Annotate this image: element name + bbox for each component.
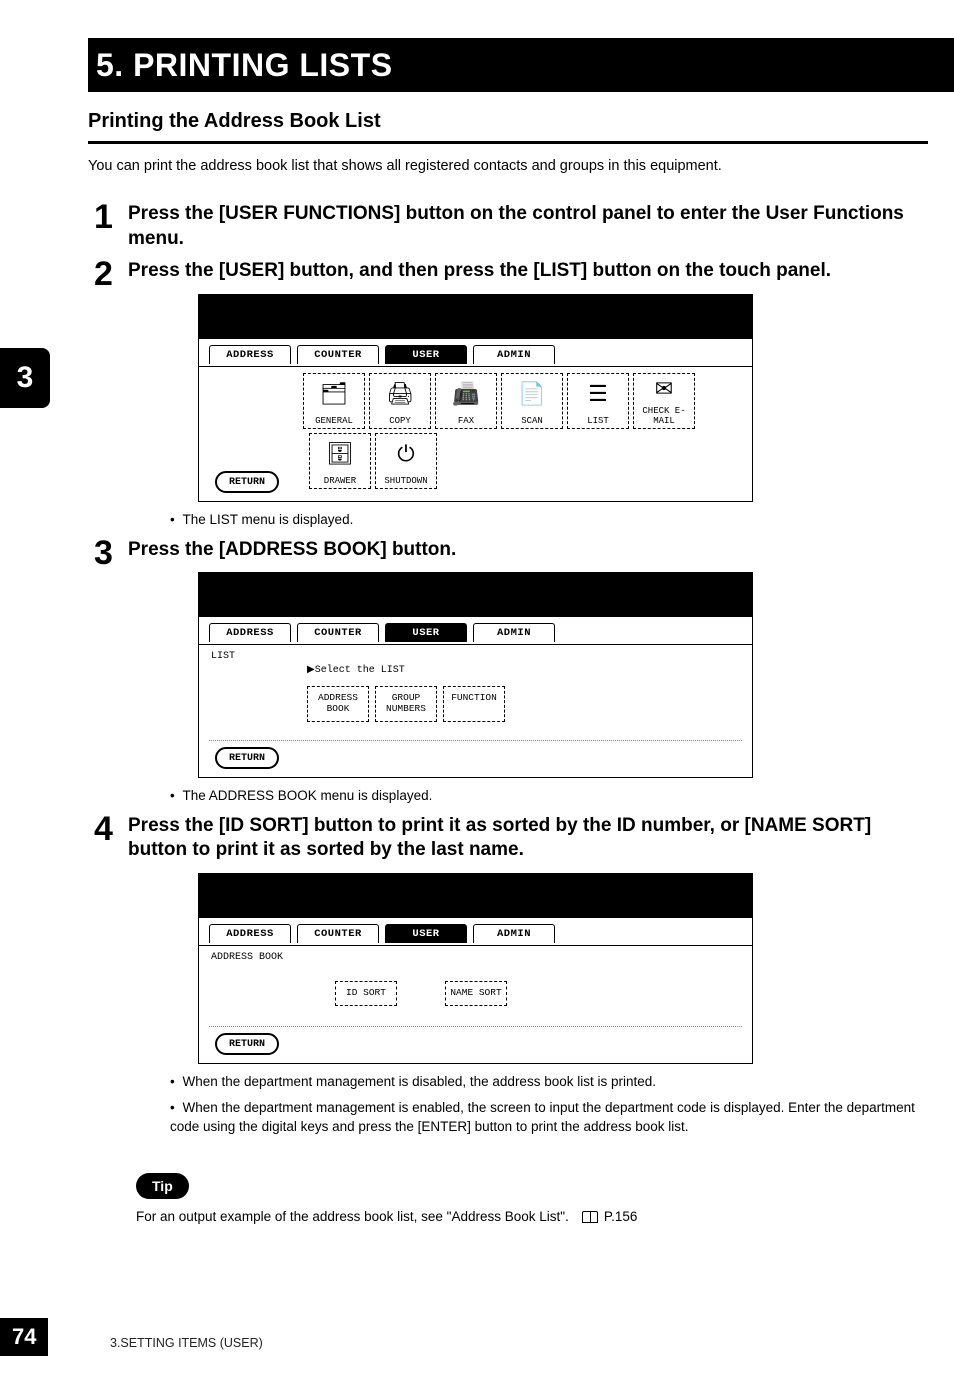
panel-titlebar: [199, 295, 752, 339]
icon-label: GENERAL: [315, 416, 353, 426]
id-sort-button[interactable]: ID SORT: [335, 981, 397, 1006]
step-4: 4 Press the [ID SORT] button to print it…: [94, 814, 928, 1137]
step-number: 1: [94, 200, 128, 234]
scan-icon: 📄: [518, 374, 545, 416]
panel-tabs: ADDRESS COUNTER USER ADMIN: [199, 617, 752, 644]
icon-label: FAX: [458, 416, 474, 426]
panel-breadcrumb: LIST: [211, 651, 742, 662]
tab-counter[interactable]: COUNTER: [297, 623, 379, 642]
return-button[interactable]: RETURN: [215, 471, 279, 493]
shutdown-icon: ⏻: [397, 434, 414, 476]
group-numbers-button[interactable]: GROUP NUMBERS: [375, 686, 437, 722]
step-number: 4: [94, 812, 128, 846]
icon-label: LIST: [587, 416, 609, 426]
step-instruction: Press the [ID SORT] button to print it a…: [128, 814, 928, 863]
panel-tabs: ADDRESS COUNTER USER ADMIN: [199, 918, 752, 945]
step-1: 1 Press the [USER FUNCTIONS] button on t…: [94, 202, 928, 251]
step-instruction: Press the [USER] button, and then press …: [128, 259, 928, 284]
tab-user[interactable]: USER: [385, 924, 467, 943]
step-note: The LIST menu is displayed.: [170, 510, 928, 530]
copy-button[interactable]: 🖨 COPY: [369, 373, 431, 429]
tab-admin[interactable]: ADMIN: [473, 345, 555, 364]
panel-titlebar: [199, 874, 752, 918]
tip-badge: Tip: [136, 1173, 189, 1199]
tab-address[interactable]: ADDRESS: [209, 623, 291, 642]
icon-label: CHECK E-MAIL: [634, 406, 694, 426]
icon-label: SHUTDOWN: [384, 476, 427, 486]
icon-label: COPY: [389, 416, 411, 426]
tab-admin[interactable]: ADMIN: [473, 924, 555, 943]
panel-tabs: ADDRESS COUNTER USER ADMIN: [199, 339, 752, 366]
tab-admin[interactable]: ADMIN: [473, 623, 555, 642]
touchpanel-user-list: ADDRESS COUNTER USER ADMIN 🗂 GENERAL 🖨 C…: [198, 294, 753, 502]
step-3: 3 Press the [ADDRESS BOOK] button. ADDRE…: [94, 538, 928, 806]
copy-icon: 🖨: [386, 374, 414, 416]
fax-button[interactable]: 📠 FAX: [435, 373, 497, 429]
list-button[interactable]: ☰ LIST: [567, 373, 629, 429]
function-button[interactable]: FUNCTION: [443, 686, 505, 722]
list-icon: ☰: [588, 374, 608, 416]
return-button[interactable]: RETURN: [215, 1033, 279, 1055]
panel-titlebar: [199, 573, 752, 617]
tip-text-content: For an output example of the address boo…: [136, 1209, 569, 1224]
return-button[interactable]: RETURN: [215, 747, 279, 769]
divider: [209, 1026, 742, 1027]
general-button[interactable]: 🗂 GENERAL: [303, 373, 365, 429]
step-number: 3: [94, 536, 128, 570]
section-title: Printing the Address Book List: [88, 110, 928, 144]
chapter-heading-bar: 5. PRINTING LISTS: [88, 38, 954, 92]
scan-button[interactable]: 📄 SCAN: [501, 373, 563, 429]
check-email-button[interactable]: ✉ CHECK E-MAIL: [633, 373, 695, 429]
tip-text: For an output example of the address boo…: [136, 1209, 954, 1224]
intro-paragraph: You can print the address book list that…: [88, 158, 928, 174]
tab-user[interactable]: USER: [385, 345, 467, 364]
email-icon: ✉: [655, 374, 673, 406]
shutdown-button[interactable]: ⏻ SHUTDOWN: [375, 433, 437, 489]
tab-address[interactable]: ADDRESS: [209, 924, 291, 943]
name-sort-button[interactable]: NAME SORT: [445, 981, 507, 1006]
step-instruction: Press the [USER FUNCTIONS] button on the…: [128, 202, 928, 251]
drawer-icon: 🗄: [326, 434, 354, 476]
drawer-button[interactable]: 🗄 DRAWER: [309, 433, 371, 489]
step-note: When the department management is enable…: [170, 1098, 928, 1137]
tab-address[interactable]: ADDRESS: [209, 345, 291, 364]
step-note: The ADDRESS BOOK menu is displayed.: [170, 786, 928, 806]
touchpanel-list-menu: ADDRESS COUNTER USER ADMIN LIST ▶Select …: [198, 572, 753, 778]
step-number: 2: [94, 257, 128, 291]
step-instruction: Press the [ADDRESS BOOK] button.: [128, 538, 928, 563]
page-number: 74: [0, 1318, 48, 1356]
icon-label: SCAN: [521, 416, 543, 426]
sidebar-chapter-tab: 3: [0, 348, 50, 408]
tab-user[interactable]: USER: [385, 623, 467, 642]
tip-page-ref: P.156: [604, 1209, 638, 1224]
icon-label: DRAWER: [324, 476, 356, 486]
steps-container: 1 Press the [USER FUNCTIONS] button on t…: [94, 202, 928, 1137]
panel-breadcrumb: ADDRESS BOOK: [211, 952, 742, 963]
book-icon: [582, 1211, 598, 1223]
general-icon: 🗂: [320, 374, 348, 416]
sidebar-chapter-number: 3: [17, 361, 34, 395]
touchpanel-address-book-sort: ADDRESS COUNTER USER ADMIN ADDRESS BOOK …: [198, 873, 753, 1064]
tab-counter[interactable]: COUNTER: [297, 345, 379, 364]
chapter-title: 5. PRINTING LISTS: [96, 47, 393, 84]
step-2: 2 Press the [USER] button, and then pres…: [94, 259, 928, 529]
fax-icon: 📠: [452, 374, 479, 416]
panel-prompt: ▶Select the LIST: [307, 664, 742, 676]
tab-counter[interactable]: COUNTER: [297, 924, 379, 943]
divider: [209, 740, 742, 741]
address-book-button[interactable]: ADDRESS BOOK: [307, 686, 369, 722]
step-note: When the department management is disabl…: [170, 1072, 928, 1092]
